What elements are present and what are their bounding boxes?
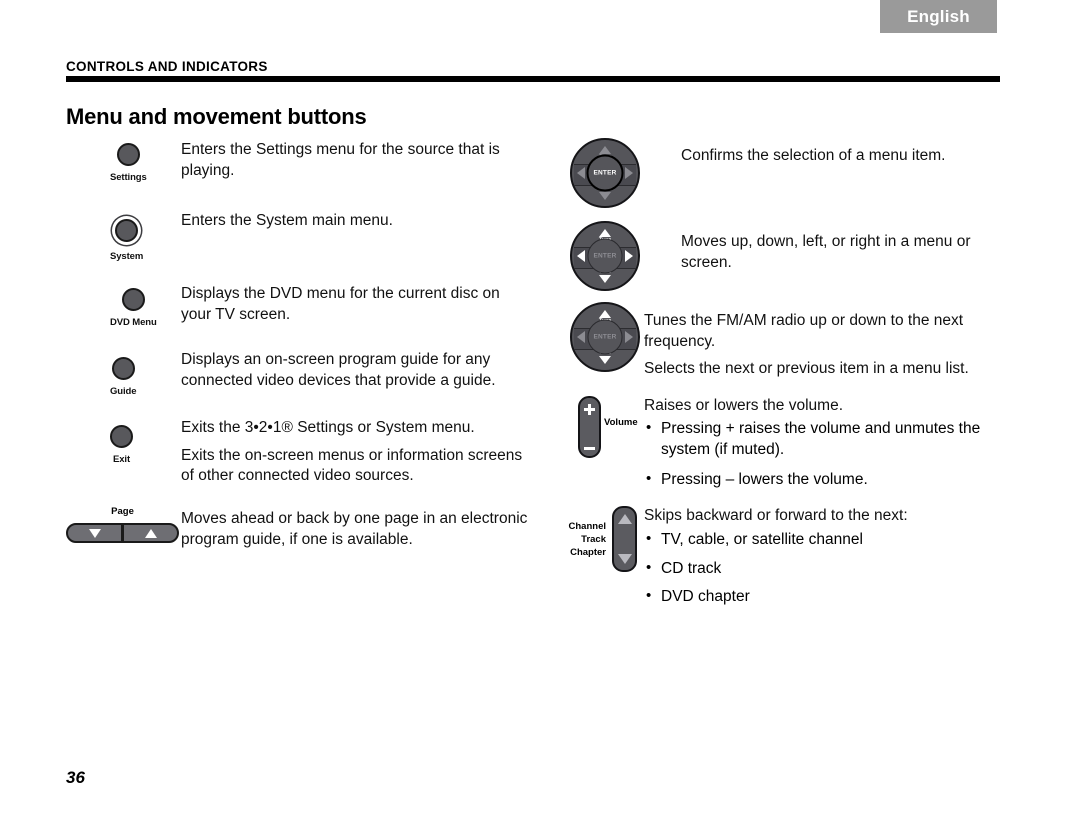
triangle-up-icon (144, 528, 157, 538)
settings-description-text: Enters the Settings menu for the source … (181, 141, 500, 179)
nav-pad-enter-highlighted-icon[interactable]: Tune Tune ENTER (570, 138, 640, 208)
arrow-down-icon (599, 356, 611, 364)
round-button-ringed-icon (115, 219, 139, 242)
exit-description: Exits the 3•2•1® Settings or System menu… (181, 418, 531, 487)
arrow-up-icon (599, 229, 611, 237)
chapter-label: Chapter (570, 547, 606, 558)
page-number: 36 (66, 768, 85, 787)
arrow-up-icon (599, 146, 611, 154)
page-title: Menu and movement buttons (66, 104, 367, 129)
triangle-down-icon (88, 528, 101, 538)
skip-description: Skips backward or forward to the next: (644, 506, 1004, 527)
settings-description: Enters the Settings menu for the source … (181, 140, 526, 181)
system-button-label: System (110, 251, 144, 262)
skip-description-text: Skips backward or forward to the next: (644, 507, 908, 524)
tune-description: Tunes the FM/AM radio up or down to the … (644, 311, 994, 380)
volume-bullets: Pressing + raises the volume and unmutes… (644, 418, 1004, 494)
channel-track-chapter-rocker-button[interactable] (612, 506, 637, 572)
settings-button-label: Settings (110, 172, 147, 183)
running-head: CONTROLS AND INDICATORS (66, 59, 268, 74)
guide-button-label: Guide (110, 386, 137, 397)
system-button[interactable]: System (110, 219, 143, 262)
dvd-menu-description: Displays the DVD menu for the current di… (181, 284, 526, 325)
running-head-label: CONTROLS AND INDICATORS (66, 59, 268, 74)
language-tab-label: English (907, 6, 970, 26)
enter-description: Confirms the selection of a menu item. (681, 146, 1011, 167)
skip-bullets: TV, cable, or satellite channel CD track… (644, 529, 1004, 611)
tune-description-line1: Tunes the FM/AM radio up or down to the … (644, 312, 964, 350)
list-item: Pressing – lowers the volume. (644, 469, 1004, 491)
enter-button[interactable]: ENTER (587, 319, 623, 355)
list-item: DVD chapter (644, 586, 1004, 608)
page-description: Moves ahead or back by one page in an el… (181, 509, 531, 550)
list-item: Pressing + raises the volume and unmutes… (644, 418, 1004, 460)
plus-icon[interactable] (584, 404, 595, 415)
round-button-icon (116, 143, 140, 166)
exit-button-label: Exit (112, 454, 131, 465)
guide-description-text: Displays an on-screen program guide for … (181, 351, 496, 389)
arrow-left-icon (577, 167, 585, 179)
exit-button[interactable]: Exit (110, 425, 133, 465)
page-up-half[interactable] (124, 525, 177, 541)
enter-button[interactable]: ENTER (586, 154, 624, 192)
triangle-down-icon[interactable] (617, 554, 632, 564)
volume-description: Raises or lowers the volume. (644, 396, 1004, 417)
system-description-text: Enters the System main menu. (181, 212, 393, 229)
arrow-up-icon (599, 310, 611, 318)
exit-description-line1: Exits the 3•2•1® Settings or System menu… (181, 419, 475, 436)
list-item: CD track (644, 558, 1004, 580)
triangle-up-icon[interactable] (617, 514, 632, 524)
dvd-menu-description-text: Displays the DVD menu for the current di… (181, 285, 500, 323)
arrow-down-icon (599, 275, 611, 283)
arrow-down-icon (599, 192, 611, 200)
arrow-left-icon (577, 331, 585, 343)
tune-description-line2: Selects the next or previous item in a m… (644, 360, 969, 377)
nav-pad-arrows-highlighted-icon[interactable]: Tune Tune ENTER (570, 221, 640, 291)
page-description-text: Moves ahead or back by one page in an el… (181, 510, 528, 548)
header-rule (66, 76, 1000, 82)
arrow-left-icon (577, 250, 585, 262)
navigate-description-text: Moves up, down, left, or right in a menu… (681, 233, 971, 271)
track-label: Track (581, 534, 606, 545)
enter-button[interactable]: ENTER (587, 238, 623, 274)
page-rocker-label: Page (111, 506, 134, 517)
volume-rocker-button[interactable] (578, 396, 601, 458)
round-button-icon (110, 425, 133, 448)
volume-description-text: Raises or lowers the volume. (644, 397, 843, 414)
language-tab: English (880, 0, 997, 33)
dvd-menu-button[interactable]: DVD Menu (110, 288, 157, 328)
guide-button[interactable]: Guide (110, 357, 137, 397)
round-button-icon (111, 357, 135, 380)
guide-description: Displays an on-screen program guide for … (181, 350, 531, 391)
page-rocker-button[interactable] (66, 523, 179, 543)
settings-button[interactable]: Settings (110, 143, 147, 183)
exit-description-line2: Exits the on-screen menus or information… (181, 446, 523, 485)
page-down-half[interactable] (68, 525, 121, 541)
arrow-right-icon (625, 331, 633, 343)
enter-description-text: Confirms the selection of a menu item. (681, 147, 946, 164)
arrow-right-icon (625, 167, 633, 179)
list-item: TV, cable, or satellite channel (644, 529, 1004, 551)
volume-rocker-label: Volume (604, 417, 638, 428)
nav-pad-updown-highlighted-icon[interactable]: Tune Tune ENTER (570, 302, 640, 372)
navigate-description: Moves up, down, left, or right in a menu… (681, 232, 996, 273)
dvd-menu-button-label: DVD Menu (110, 317, 157, 328)
minus-icon[interactable] (584, 447, 595, 450)
round-button-icon (121, 288, 145, 311)
channel-label: Channel (568, 521, 606, 532)
channel-track-chapter-labels: Channel Track Chapter (556, 520, 606, 559)
arrow-right-icon (625, 250, 633, 262)
system-description: Enters the System main menu. (181, 211, 526, 232)
